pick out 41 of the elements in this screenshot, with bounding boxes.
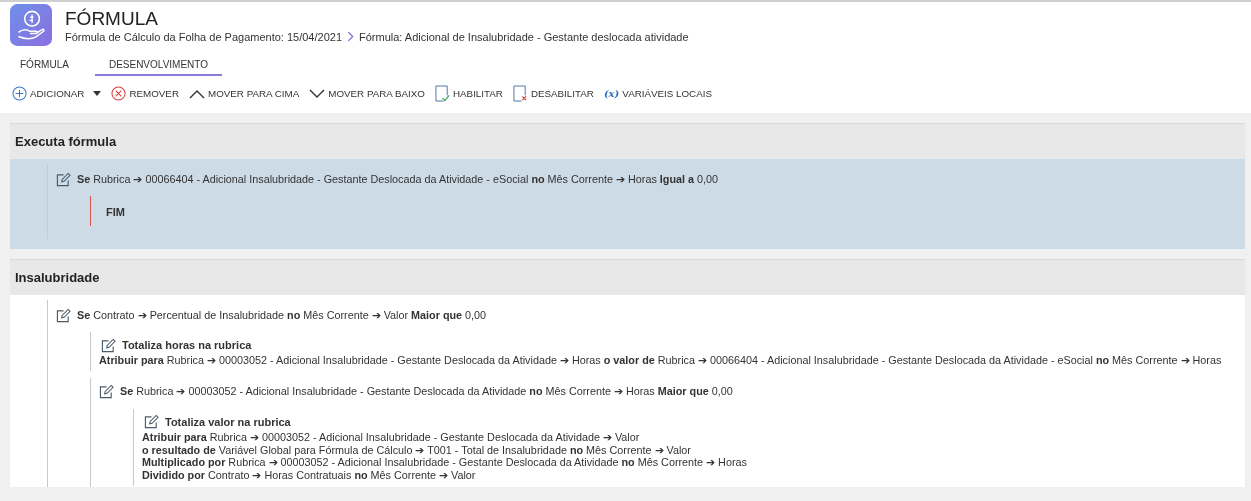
action-line: Multiplicado por Rubrica ➔ 00003052 - Adicional Insalubridade - Gestante Deslocada da Atividade no Mês Corrente ➔ Horas bbox=[142, 456, 748, 470]
chevron-right-icon bbox=[347, 31, 354, 42]
edit-icon[interactable] bbox=[56, 307, 71, 323]
section-body[interactable]: Se Rubrica ➔ 00066404 - Adicional Insalubridade - Gestante Deslocada da Atividade - eSocial no Mês Corrente ➔ Horas Igual a 0,00 FIM bbox=[10, 159, 1245, 249]
toolbar-button[interactable]: REMOVER bbox=[111, 86, 179, 101]
tab[interactable]: DESENVOLVIMENTO bbox=[94, 55, 222, 76]
toolbar-button[interactable]: MOVER PARA CIMA bbox=[189, 88, 300, 99]
toolbar-button[interactable]: (x) VARIÁVEIS LOCAIS bbox=[603, 88, 712, 99]
section-header: Executa fórmula bbox=[10, 123, 1245, 159]
breadcrumb-item[interactable]: Fórmula de Cálculo da Folha de Pagamento: 15/04/2021 bbox=[65, 30, 342, 43]
action-title: Totaliza horas na rubrica bbox=[122, 339, 252, 351]
action-title: Totaliza valor na rubrica bbox=[165, 415, 291, 428]
edit-icon[interactable] bbox=[144, 414, 159, 430]
money-hand-icon bbox=[10, 4, 52, 46]
toolbar-button[interactable]: MOVER PARA BAIXO bbox=[309, 88, 425, 99]
condition-text: Se Rubrica ➔ 00003052 - Adicional Insalubridade - Gestante Deslocada da Atividade no Mês Corrente ➔ Horas Maior que 0,00 bbox=[120, 385, 733, 399]
toolbar-button[interactable]: ADICIONAR bbox=[12, 86, 102, 101]
section-header: Insalubridade bbox=[10, 259, 1245, 295]
caret-down-icon bbox=[309, 88, 326, 99]
action-line: Dividido por Contrato ➔ Horas Contratuais no Mês Corrente ➔ Valor bbox=[142, 469, 477, 482]
edit-icon[interactable] bbox=[99, 384, 114, 400]
condition-text: Se Contrato ➔ Percentual de Insalubridade no Mês Corrente ➔ Valor Maior que 0,00 bbox=[77, 308, 487, 322]
action-line: o resultado de Variável Global para Fórmula de Cálculo ➔ T001 - Total de Insalubridade no Mês Corrente ➔ Valor bbox=[142, 443, 692, 457]
edit-icon[interactable] bbox=[101, 337, 116, 353]
condition-text: Se Rubrica ➔ 00066404 - Adicional Insalubridade - Gestante Deslocada da Atividade - eSocial no Mês Corrente ➔ Horas Igual a 0,00 bbox=[77, 172, 718, 186]
action-line: Atribuir para Rubrica ➔ 00003052 - Adicional Insalubridade - Gestante Deslocada da Atividade ➔ Horas o valor de Rubrica ➔ 00066404 - Adicional Insalubridade - Gestante Deslocada da Atividade - eSocial no Mês Corrente ➔ Horas bbox=[99, 354, 1223, 367]
document-x-icon bbox=[512, 85, 528, 102]
action-line: Atribuir para Rubrica ➔ 00003052 - Adicional Insalubridade - Gestante Deslocada da Atividade ➔ Valor bbox=[142, 430, 641, 444]
caret-up-icon bbox=[189, 88, 205, 99]
section-body[interactable] bbox=[10, 295, 1245, 487]
edit-icon[interactable] bbox=[56, 171, 71, 187]
toolbar-button[interactable]: DESABILITAR bbox=[512, 85, 594, 102]
end-label: FIM bbox=[106, 206, 125, 218]
breadcrumb-item: Fórmula: Adicional de Insalubridade - Gestante deslocada atividade bbox=[359, 30, 689, 43]
document-check-icon bbox=[435, 85, 450, 102]
variable-icon: (x) bbox=[603, 88, 620, 99]
page-title: FÓRMULA bbox=[65, 7, 159, 30]
toolbar-button[interactable]: HABILITAR bbox=[435, 85, 503, 102]
close-circle-icon bbox=[111, 86, 127, 101]
tab[interactable]: FÓRMULA bbox=[20, 55, 83, 76]
plus-circle-icon bbox=[12, 86, 27, 101]
